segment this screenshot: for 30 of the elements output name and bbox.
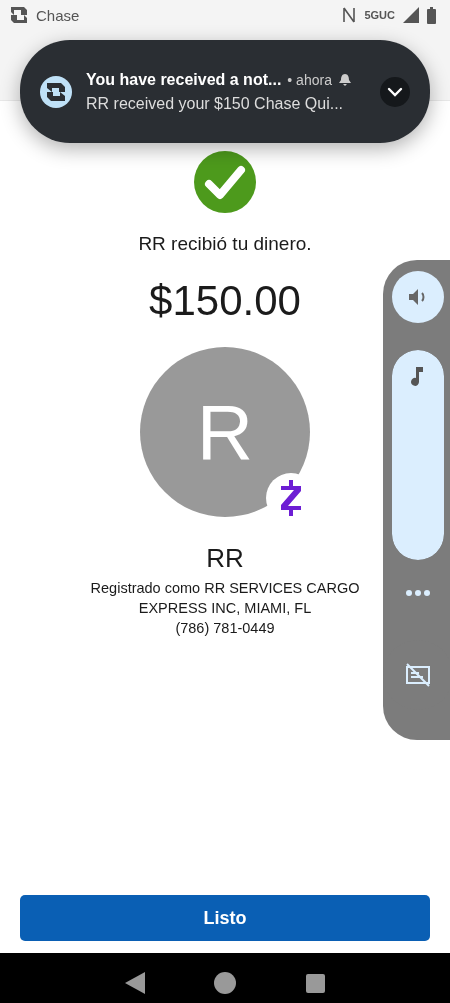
- z-logo-icon: [280, 480, 302, 516]
- network-label: 5GUC: [364, 9, 395, 21]
- captions-off-icon: [405, 663, 431, 687]
- bell-icon: [337, 72, 352, 87]
- battery-icon: [427, 6, 436, 24]
- done-button[interactable]: Listo: [20, 895, 430, 941]
- notification-card[interactable]: You have received a not... • ahora RR received your $150 Chase Qui...: [20, 40, 430, 143]
- chevron-down-icon: [387, 86, 403, 97]
- more-icon[interactable]: [406, 590, 430, 596]
- registration-text: Registrado como RR SERVICES CARGO EXPRESS INC, MIAMI, FL: [89, 579, 361, 618]
- recipient-name: RR: [206, 543, 244, 574]
- app-name: Chase: [36, 6, 80, 24]
- notification-time: • ahora: [287, 71, 332, 88]
- bank-logo-icon: [40, 75, 72, 108]
- nfc-icon: [342, 7, 357, 23]
- music-note-icon: [410, 367, 424, 387]
- notification-title: You have received a not...: [86, 70, 282, 89]
- signal-icon: [403, 7, 419, 23]
- bank-logo-icon: [10, 6, 28, 24]
- back-icon[interactable]: [124, 972, 145, 994]
- success-check-icon: [194, 151, 256, 213]
- recents-icon[interactable]: [306, 973, 326, 993]
- home-icon[interactable]: [214, 972, 237, 994]
- amount: $150.00: [149, 277, 301, 325]
- phone-number: (786) 781-0449: [175, 620, 275, 636]
- speaker-button[interactable]: [392, 271, 444, 323]
- confirmation-message: RR recibió tu dinero.: [138, 233, 312, 255]
- volume-slider[interactable]: [392, 350, 444, 560]
- expand-button[interactable]: [380, 76, 410, 107]
- notification-body: RR received your $150 Chase Qui...: [86, 94, 344, 113]
